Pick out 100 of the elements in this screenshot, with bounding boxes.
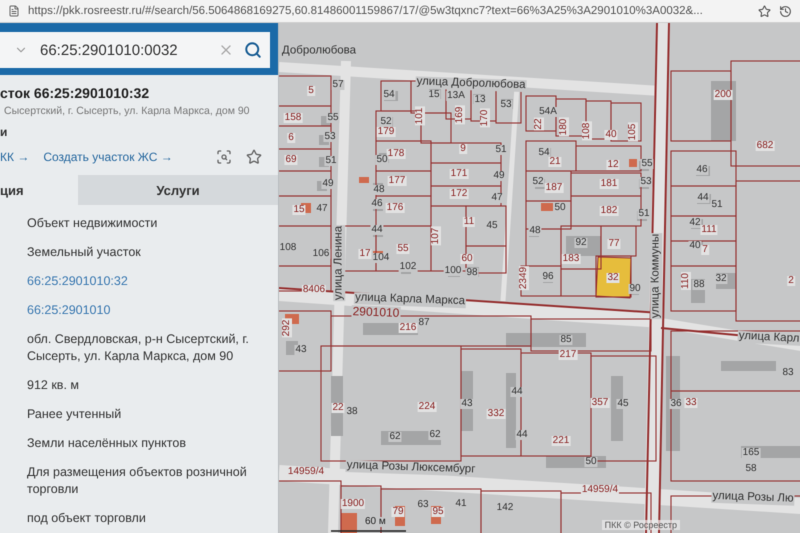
building-number: 92	[574, 238, 588, 248]
parcel-title: сток 66:25:2901010:32	[0, 85, 150, 101]
street-name: улица Коммуны	[650, 232, 662, 320]
building-number: 51	[324, 156, 338, 166]
building-number: 100	[444, 266, 462, 276]
parcel-number: 332	[486, 409, 506, 419]
parcel-number: 110	[681, 272, 691, 290]
parcel-number: 176	[386, 203, 404, 213]
search-icon[interactable]	[244, 41, 262, 59]
parcel-number: 77	[607, 239, 621, 249]
building-number: 102	[398, 262, 418, 272]
field-value: Ранее учтенный	[27, 406, 122, 423]
action-link[interactable]: КК →	[0, 150, 30, 164]
building-number: 88	[692, 280, 706, 290]
parcel-number: 6	[287, 133, 295, 143]
parcel-number: 105	[628, 122, 638, 142]
parcel-number: 178	[386, 149, 406, 159]
parcel-number: 5	[307, 86, 315, 96]
field-value: 912 кв. м	[27, 377, 80, 394]
star-icon[interactable]	[758, 4, 771, 18]
building-number: 41	[454, 499, 468, 509]
parcel-number: 79	[391, 507, 405, 517]
parcel-number: 22	[331, 403, 345, 413]
tab[interactable]: Услуги	[78, 175, 278, 205]
building-number: 40	[688, 241, 702, 251]
cadastral-link[interactable]: 66:25:2901010	[27, 296, 278, 325]
parcel-number: 15	[292, 205, 306, 215]
building-number: 47	[490, 193, 504, 203]
parcel-number: 32	[606, 273, 620, 283]
parcel-number: 200	[714, 90, 732, 100]
building-number: 104	[372, 253, 390, 263]
building-number: 62	[428, 430, 442, 440]
parcel-number: 172	[450, 189, 468, 199]
parcel-number: 2	[787, 276, 795, 286]
building-number: 52	[379, 117, 393, 127]
parcel-number: 40	[604, 130, 618, 140]
search-field[interactable]: 66:25:2901010:0032	[0, 32, 270, 68]
building-number: 50	[553, 203, 567, 213]
building-number: 44	[515, 430, 529, 440]
parcel-number: 17	[358, 249, 372, 259]
parcel-number: 187	[544, 183, 564, 193]
building-number: 54	[537, 148, 551, 158]
field-value: Земельный участок	[27, 244, 142, 261]
parcel-number: 682	[756, 141, 774, 151]
building-number: 38	[345, 407, 359, 417]
building-number: 53	[499, 100, 513, 110]
building-number: 98	[465, 268, 479, 278]
building-number: 53	[323, 132, 337, 142]
parcel-number: 95	[431, 507, 445, 517]
parcel-number: 292	[282, 318, 292, 338]
building-number: 51	[710, 200, 724, 210]
parcel-number: 158	[284, 113, 302, 123]
field-value: обл. Свердловская, р-н Сысертский, г. Сысерть, ул. Карла Маркса, дом 90	[27, 331, 250, 365]
parcel-number: 183	[562, 254, 580, 264]
parcel-number: 69	[284, 155, 298, 165]
building-number: 45	[616, 399, 630, 409]
field-value: Земли населённых пунктов	[27, 435, 187, 452]
parcel-number: 179	[376, 127, 396, 137]
scale-label: 60 м	[363, 517, 388, 527]
building-number: 13А	[446, 91, 466, 101]
parcel-number: 111	[700, 225, 718, 235]
parcel-number: 55	[396, 244, 410, 254]
history-icon[interactable]	[779, 4, 792, 18]
building-number: 36	[669, 399, 683, 409]
parcel-number: 221	[552, 436, 570, 446]
building-number: 47	[315, 204, 329, 214]
parcel-number: 182	[600, 206, 618, 216]
cadastral-link[interactable]: 66:25:2901010:32	[27, 267, 278, 296]
page-icon	[8, 5, 20, 17]
building-number: 62	[388, 432, 402, 442]
street-name: улица Ленина	[333, 224, 345, 302]
building-number: 13	[473, 95, 487, 105]
building-number: 45	[485, 221, 499, 231]
field-value: Для размещения объектов розничной торговли	[27, 464, 248, 498]
building-number: 108	[279, 243, 298, 253]
building-number: 58	[744, 464, 758, 474]
building-number: 42	[688, 218, 702, 228]
building-number: 48	[528, 226, 542, 236]
building-number: 55	[326, 113, 340, 123]
building-number: 51	[637, 209, 651, 219]
parcel-number: 107	[431, 226, 441, 246]
map-search-icon[interactable]	[216, 149, 232, 165]
parcel-number: 180	[559, 118, 569, 136]
action-link[interactable]: Создать участок ЖС →	[43, 150, 173, 164]
building-number: 32	[714, 274, 728, 284]
parcel-number: 9	[459, 144, 467, 154]
parcel-number: 1900	[340, 499, 366, 509]
star-icon[interactable]	[246, 149, 262, 165]
field-value: под объект торговли	[27, 510, 147, 527]
parcel-number: 8406	[302, 285, 326, 295]
building-number: 48	[372, 185, 386, 195]
parcel-number: 108	[582, 122, 592, 140]
building-number: 46	[695, 165, 709, 175]
parcel-number: 101	[415, 106, 425, 126]
parcel-number: 12	[606, 160, 620, 170]
parcel-number: 22	[534, 117, 544, 131]
building-number: 50	[375, 155, 389, 165]
parcel-number: 14959/4	[580, 485, 620, 495]
building-number: 87	[417, 318, 431, 328]
parcel-number: 357	[590, 398, 610, 408]
